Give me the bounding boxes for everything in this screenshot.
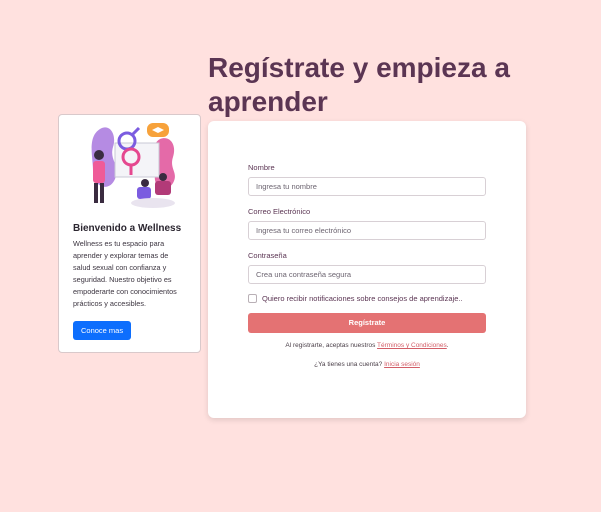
register-form: Nombre Ingresa tu nombre Correo Electrón… (208, 121, 526, 418)
login-prompt: ¿Ya tienes una cuenta? Inicia sesión (208, 361, 526, 368)
login-link[interactable]: Inicia sesión (384, 361, 420, 368)
welcome-card: Bienvenido a Wellness Wellness es tu esp… (58, 114, 201, 353)
terms-prefix: Al registrarte, aceptas nuestros (285, 342, 378, 349)
learn-more-button[interactable]: Conoce mas (73, 321, 132, 340)
email-label: Correo Electrónico (248, 207, 311, 216)
register-button[interactable]: Regístrate (248, 313, 486, 333)
page-title: Regístrate y empieza a aprender (208, 52, 510, 117)
wellness-illustration (91, 123, 175, 208)
name-input[interactable]: Ingresa tu nombre (248, 177, 486, 196)
password-input[interactable]: Crea una contraseña segura (248, 265, 486, 284)
welcome-description: Wellness es tu espacio para aprender y e… (73, 239, 177, 308)
notifications-checkbox[interactable] (248, 294, 257, 303)
email-input[interactable]: Ingresa tu correo electrónico (248, 221, 486, 240)
name-label: Nombre (248, 163, 275, 172)
notifications-option[interactable]: Quiero recibir notificaciones sobre cons… (248, 294, 463, 303)
terms-suffix: . (446, 342, 449, 349)
login-prefix: ¿Ya tienes una cuenta? (314, 361, 385, 368)
welcome-title: Bienvenido a Wellness (73, 223, 182, 234)
notifications-label: Quiero recibir notificaciones sobre cons… (262, 294, 463, 303)
terms-link[interactable]: Términos y Condiciones (377, 342, 447, 349)
password-label: Contraseña (248, 251, 287, 260)
terms-notice: Al registrarte, aceptas nuestros Término… (208, 342, 526, 349)
